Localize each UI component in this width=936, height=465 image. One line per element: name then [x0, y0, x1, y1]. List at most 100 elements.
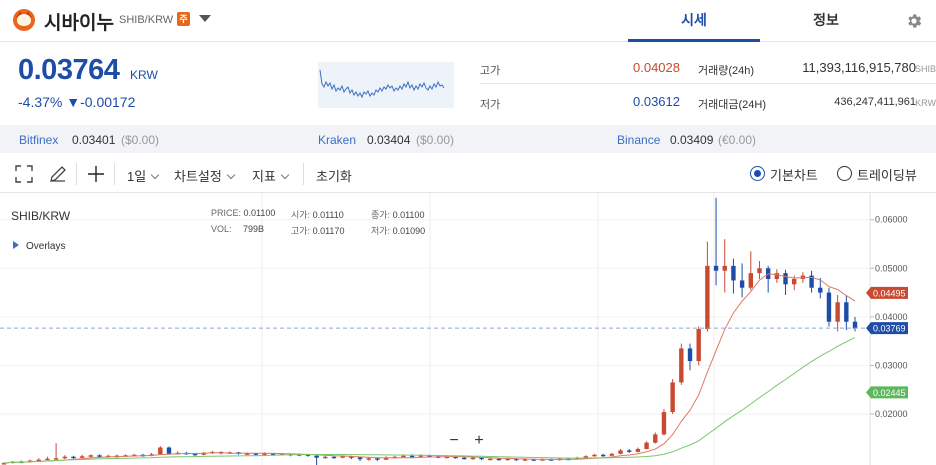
candle-body: [45, 458, 50, 461]
tradingview-radio[interactable]: [837, 166, 852, 181]
chevron-down-icon: [150, 170, 160, 180]
chevron-down-icon: [226, 170, 236, 180]
candlestick-chart[interactable]: 0.06000 0.05000 0.04000 0.03000 0.02000 0.044…: [0, 193, 936, 465]
candle-body: [826, 292, 832, 322]
triangle-right-icon: [13, 241, 19, 250]
low-value: 0.03612: [633, 94, 680, 109]
toolbar-divider: [76, 163, 77, 185]
y-tick-label: 0.03000: [875, 360, 908, 370]
chart-canvas[interactable]: 0.06000 0.05000 0.04000 0.03000 0.02000 0.044…: [0, 193, 936, 465]
candle-body: [653, 434, 658, 443]
candle-body: [713, 265, 719, 271]
volume-label: 거래량(24h): [698, 65, 755, 77]
ohlc-close-value: 0.01100: [392, 210, 425, 220]
fullscreen-icon[interactable]: [14, 164, 34, 184]
candle-body: [818, 287, 823, 293]
candle-body: [71, 456, 76, 459]
indicators-label: 지표: [252, 169, 276, 184]
exchange-price-binance: 0.03409: [670, 133, 714, 147]
overlays-toggle[interactable]: Overlays: [13, 241, 65, 252]
candle-body: [375, 458, 380, 460]
candle-body: [79, 456, 85, 458]
exchange-price-kraken: 0.03404: [367, 133, 411, 147]
crosshair-icon[interactable]: [86, 164, 106, 184]
chevron-down-icon: [280, 170, 290, 180]
exchange-name-binance[interactable]: Binance: [617, 133, 660, 147]
candle-body: [696, 329, 701, 362]
candle-body: [401, 455, 406, 458]
current-price: 0.03764: [18, 54, 120, 86]
price-unit: KRW: [130, 68, 158, 82]
candle-body: [357, 457, 363, 460]
candle-body: [618, 450, 623, 454]
coin-header: 시바이누 SHIB/KRW 주 시세 정보: [0, 0, 936, 42]
candle-body: [62, 456, 67, 459]
sparkline-chart: [318, 62, 454, 108]
candle-body: [409, 455, 415, 458]
candle-body: [314, 455, 319, 458]
chart-settings-dropdown[interactable]: 차트설정: [174, 166, 236, 185]
exchange-sub-binance: (€0.00): [718, 133, 757, 147]
down-arrow-icon: ▼: [66, 94, 81, 110]
candle-body: [366, 458, 371, 460]
change-amount: -0.00172: [80, 94, 136, 110]
exchange-name-bitfinex[interactable]: Bitfinex: [19, 133, 58, 147]
price-tag-label: 0.04495: [873, 288, 906, 298]
ohlc-high-label: 고가:: [291, 226, 311, 236]
exchange-price-bar: Bitfinex 0.03401 ($0.00) Kraken 0.03404 …: [0, 125, 936, 153]
price-tag-label: 0.02445: [873, 388, 906, 398]
exchange-sub-kraken: ($0.00): [416, 133, 455, 147]
indicators-dropdown[interactable]: 지표: [252, 166, 290, 185]
candle-body: [470, 457, 476, 460]
basic-chart-radio[interactable]: [750, 166, 765, 181]
chart-toolbar: 1일 차트설정 지표 초기화 기본차트 트레이딩뷰: [0, 155, 936, 193]
pencil-icon[interactable]: [48, 164, 68, 184]
basic-chart-label[interactable]: 기본차트: [770, 165, 818, 184]
amount-label: 거래대금(24H): [698, 99, 766, 111]
candle-body: [783, 273, 788, 285]
candle-body: [488, 458, 493, 461]
price-tag-label: 0.03769: [873, 324, 906, 334]
candle-body: [852, 321, 858, 329]
candle-body: [835, 302, 840, 322]
candle-body: [192, 453, 198, 456]
candle-body: [748, 273, 753, 288]
candle-body: [792, 278, 797, 285]
exchange-name-kraken[interactable]: Kraken: [318, 133, 356, 147]
zoom-in-button[interactable]: +: [470, 433, 488, 451]
ohlc-low-label: 저가:: [371, 226, 391, 236]
y-tick-label: 0.02000: [875, 409, 908, 419]
overlays-label: Overlays: [26, 241, 66, 252]
candle-body: [644, 442, 649, 449]
ohlc-vol-label: VOL:: [211, 224, 232, 234]
ohlc-open-value: 0.01110: [312, 210, 344, 220]
ohlc-open-label: 시가:: [291, 210, 311, 220]
change-percent: -4.37%: [18, 94, 63, 110]
chart-settings-label: 차트설정: [174, 169, 222, 184]
candle-body: [679, 348, 684, 383]
high-label: 고가: [480, 65, 501, 77]
candle-body: [609, 453, 615, 456]
caution-badge: 주: [177, 12, 190, 26]
candle-body: [496, 458, 502, 461]
y-tick-label: 0.04000: [875, 312, 908, 322]
candle-body: [731, 265, 736, 281]
interval-dropdown[interactable]: 1일: [127, 166, 160, 185]
ohlc-low-value: 0.01090: [392, 226, 426, 236]
coin-pair: SHIB/KRW: [119, 14, 174, 26]
reset-button[interactable]: 초기화: [316, 166, 352, 185]
amount-unit: KRW: [915, 98, 936, 108]
chart-symbol: SHIB/KRW: [11, 209, 71, 223]
gear-icon[interactable]: [905, 12, 923, 30]
ohlc-high-value: 0.01170: [312, 226, 345, 236]
price-change: -4.37% ▼-0.00172: [18, 94, 135, 110]
zoom-out-button[interactable]: −: [445, 433, 463, 451]
candle-body: [88, 455, 94, 457]
candle-body: [600, 454, 606, 457]
coin-select-chevron-down-icon[interactable]: [199, 15, 211, 22]
tradingview-label[interactable]: 트레이딩뷰: [857, 165, 917, 184]
tab-info[interactable]: 정보: [760, 10, 892, 42]
tab-quote[interactable]: 시세: [628, 10, 760, 42]
candle-body: [462, 457, 467, 460]
candle-body: [661, 412, 667, 435]
